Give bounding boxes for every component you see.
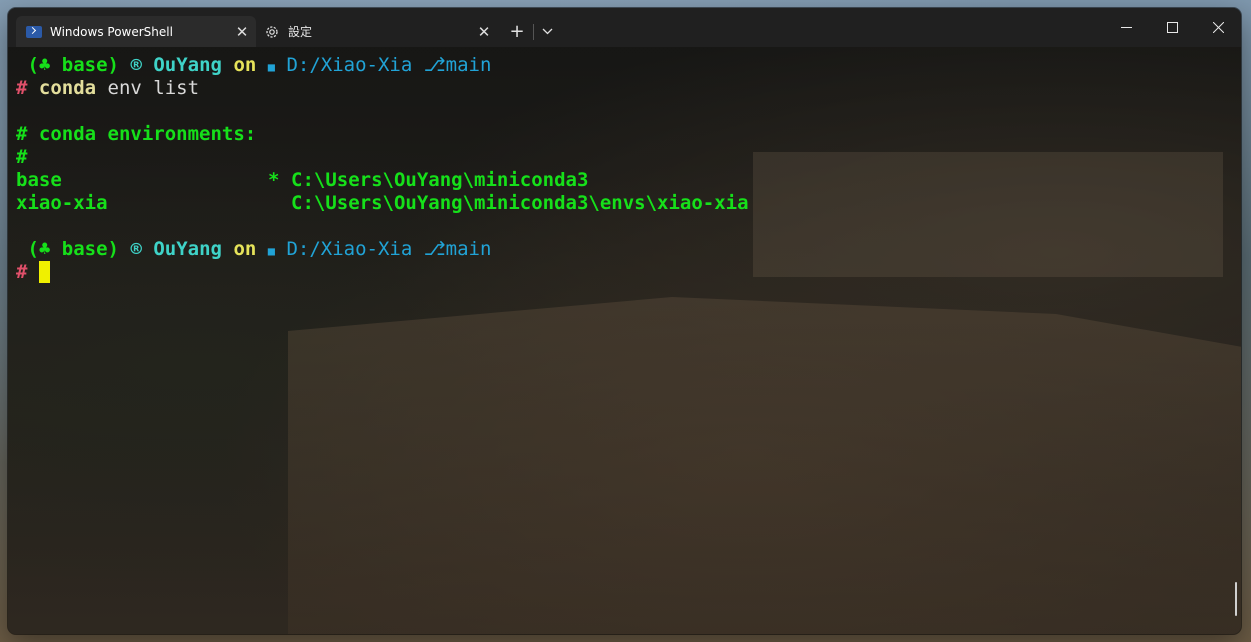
command-line: # conda env list bbox=[16, 77, 199, 100]
prompt-env-name: base) bbox=[50, 54, 119, 76]
input-line[interactable]: # bbox=[16, 261, 50, 284]
prompt-branch: main bbox=[445, 54, 492, 76]
text-cursor bbox=[38, 261, 50, 283]
maximize-icon bbox=[1166, 22, 1178, 33]
tab-label: 設定 bbox=[288, 25, 313, 39]
git-branch-icon: ⎇ bbox=[423, 54, 446, 76]
background-cliff bbox=[288, 297, 1241, 634]
env-row: base * C:\Users\OuYang\miniconda3 bbox=[16, 169, 588, 192]
user-icon: ® bbox=[130, 238, 142, 260]
minimize-button[interactable] bbox=[1103, 8, 1149, 47]
conda-icon: ♣ bbox=[38, 54, 51, 76]
background-buildings bbox=[753, 152, 1223, 277]
output-comment: # bbox=[16, 146, 28, 168]
env-active-marker: * bbox=[268, 169, 280, 191]
env-path: C:\Users\OuYang\miniconda3\envs\xiao-xia bbox=[291, 192, 749, 214]
gear-icon bbox=[266, 25, 278, 38]
tab-close-icon[interactable]: ✕ bbox=[228, 23, 256, 41]
command-bin: conda bbox=[38, 77, 97, 99]
prompt-on: on bbox=[233, 54, 257, 76]
terminal-output[interactable]: (♣ base) ® OuYang on ■ D:/Xiao-Xia ⎇main… bbox=[8, 47, 1241, 634]
tab-windows-powershell[interactable]: Windows PowerShell ✕ bbox=[16, 16, 256, 47]
close-icon bbox=[1212, 22, 1224, 33]
prompt-env-name: base) bbox=[50, 238, 119, 260]
prompt-line: (♣ base) ® OuYang on ■ D:/Xiao-Xia ⎇main bbox=[16, 238, 491, 261]
folder-icon: ■ bbox=[267, 60, 276, 74]
terminal-window: Windows PowerShell ✕ 設定 ✕ + (♣ base) ® O… bbox=[8, 8, 1241, 634]
git-branch-icon: ⎇ bbox=[423, 238, 446, 260]
prompt-hash: # bbox=[16, 77, 28, 99]
command-args: env list bbox=[96, 77, 200, 99]
prompt-hash: # bbox=[16, 261, 28, 283]
prompt-env-prefix: ( bbox=[16, 54, 39, 76]
conda-icon: ♣ bbox=[38, 238, 51, 260]
user-icon: ® bbox=[130, 54, 142, 76]
scrollbar-thumb[interactable] bbox=[1235, 582, 1237, 616]
env-name: base bbox=[16, 169, 62, 191]
prompt-branch: main bbox=[445, 238, 492, 260]
tab-settings[interactable]: 設定 ✕ bbox=[258, 16, 498, 47]
maximize-button[interactable] bbox=[1149, 8, 1195, 47]
prompt-path: D:/Xiao-Xia bbox=[286, 54, 413, 76]
prompt-env-prefix: ( bbox=[16, 238, 39, 260]
powershell-icon bbox=[26, 25, 42, 38]
chevron-down-icon bbox=[542, 28, 552, 35]
folder-icon: ■ bbox=[267, 244, 276, 258]
minimize-icon bbox=[1120, 27, 1132, 28]
prompt-line: (♣ base) ® OuYang on ■ D:/Xiao-Xia ⎇main bbox=[16, 54, 491, 77]
tab-dropdown-button[interactable] bbox=[533, 16, 561, 47]
new-tab-button[interactable]: + bbox=[503, 16, 531, 47]
prompt-on: on bbox=[233, 238, 257, 260]
env-path: C:\Users\OuYang\miniconda3 bbox=[291, 169, 589, 191]
output-header: # conda environments: bbox=[16, 123, 257, 145]
prompt-path: D:/Xiao-Xia bbox=[286, 238, 413, 260]
tab-close-icon[interactable]: ✕ bbox=[470, 23, 498, 41]
env-name: xiao-xia bbox=[16, 192, 108, 214]
prompt-user: OuYang bbox=[153, 238, 222, 260]
tab-label: Windows PowerShell bbox=[50, 24, 173, 39]
close-button[interactable] bbox=[1195, 8, 1241, 47]
title-bar[interactable]: Windows PowerShell ✕ 設定 ✕ + bbox=[8, 8, 1241, 47]
prompt-user: OuYang bbox=[153, 54, 222, 76]
env-row: xiao-xia C:\Users\OuYang\miniconda3\envs\… bbox=[16, 192, 749, 215]
